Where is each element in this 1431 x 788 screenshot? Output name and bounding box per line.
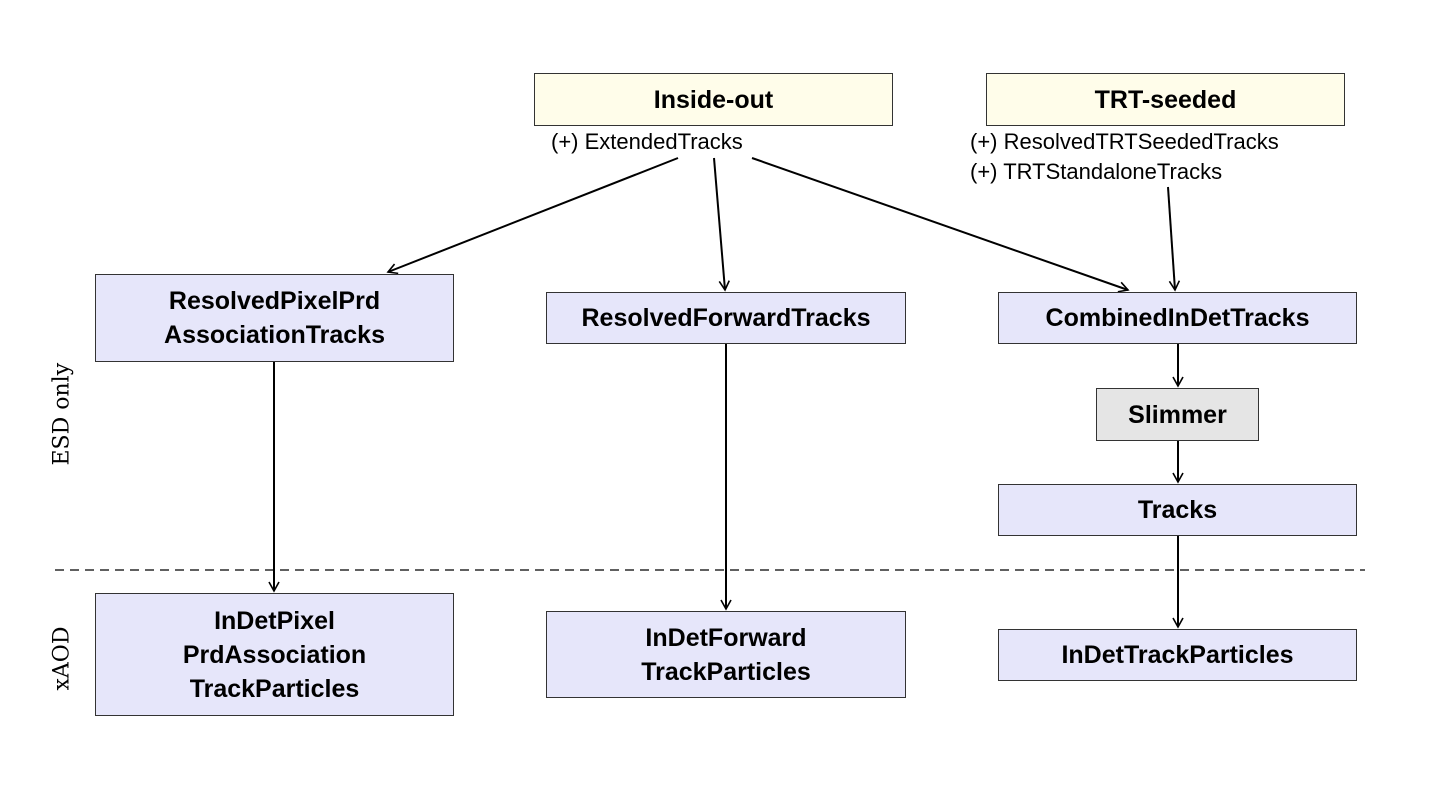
section-label-esd: ESD only bbox=[49, 362, 75, 466]
tracks-box: Tracks bbox=[998, 484, 1357, 536]
pixel-particles-box: InDetPixel PrdAssociation TrackParticles bbox=[95, 593, 454, 716]
inside-out-box: Inside-out bbox=[534, 73, 893, 126]
section-label-xaod: xAOD bbox=[49, 626, 75, 691]
track-particles-box: InDetTrackParticles bbox=[998, 629, 1357, 681]
trt-output-2: (+) TRTStandaloneTracks bbox=[970, 159, 1223, 184]
arrow-insideout-to-forward bbox=[713, 157, 730, 292]
resolved-forward-box: ResolvedForwardTracks bbox=[546, 292, 906, 344]
forward-particles-box: InDetForward TrackParticles bbox=[546, 611, 906, 698]
combined-box: CombinedInDetTracks bbox=[998, 292, 1357, 344]
diagram: ESD only xAOD Inside-out (+) ExtendedTra… bbox=[0, 0, 1431, 788]
arrow-trt-to-combined bbox=[1167, 186, 1181, 292]
inside-out-output: (+) ExtendedTracks bbox=[551, 129, 743, 154]
trt-output-1: (+) ResolvedTRTSeededTracks bbox=[970, 129, 1279, 154]
resolved-pixel-box: ResolvedPixelPrd AssociationTracks bbox=[95, 274, 454, 362]
trt-seeded-box: TRT-seeded bbox=[986, 73, 1345, 126]
arrow-insideout-to-pixel bbox=[386, 157, 679, 275]
slimmer-box: Slimmer bbox=[1096, 388, 1259, 441]
